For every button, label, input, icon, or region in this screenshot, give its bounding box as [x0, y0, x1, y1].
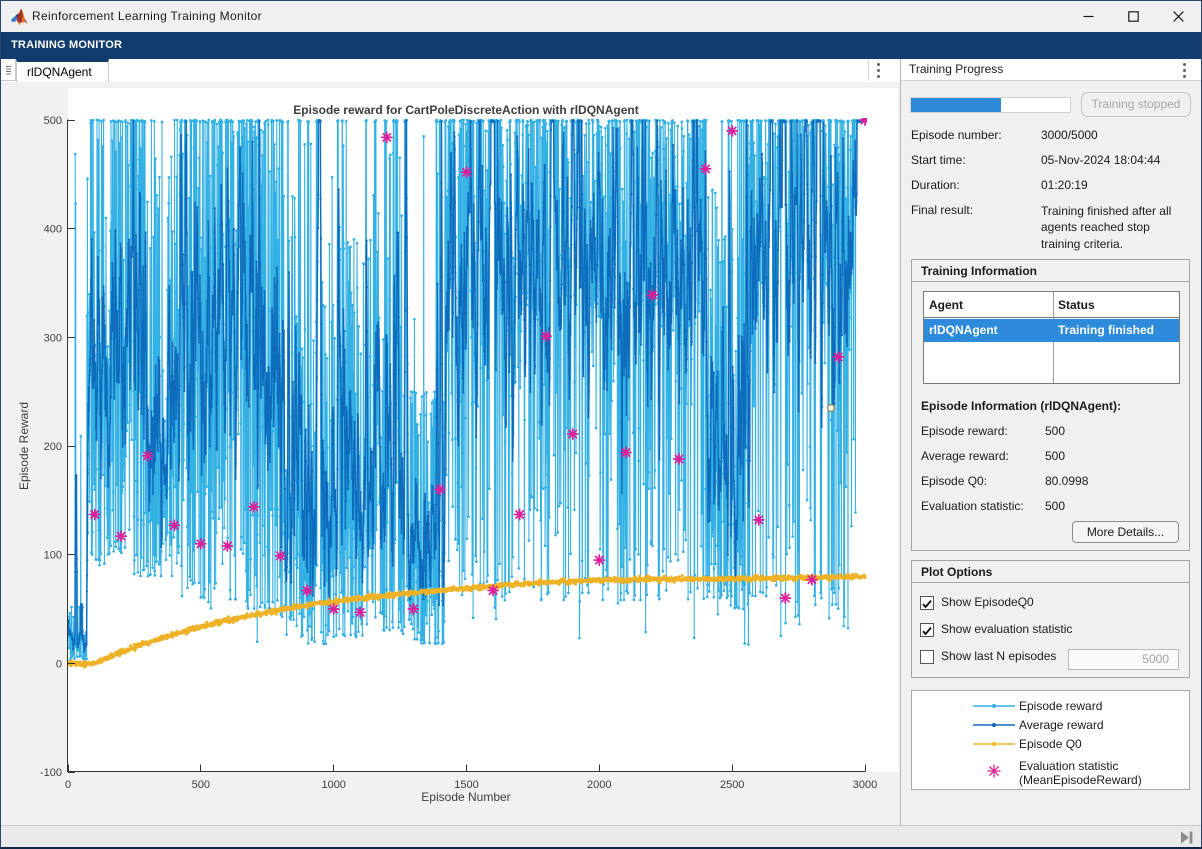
svg-text:500: 500: [44, 115, 62, 127]
svg-text:300: 300: [44, 332, 62, 344]
svg-text:0: 0: [56, 658, 62, 670]
svg-text:Episode Number: Episode Number: [421, 790, 510, 804]
svg-text:1000: 1000: [321, 779, 345, 791]
svg-text:200: 200: [44, 441, 62, 453]
svg-text:2500: 2500: [720, 779, 744, 791]
svg-text:3000: 3000: [853, 779, 877, 791]
svg-text:Episode Reward: Episode Reward: [17, 402, 31, 490]
svg-text:0: 0: [65, 779, 71, 791]
svg-text:500: 500: [192, 779, 210, 791]
svg-text:2000: 2000: [587, 779, 611, 791]
svg-text:-100: -100: [40, 767, 62, 779]
svg-text:100: 100: [44, 550, 62, 562]
svg-text:400: 400: [44, 224, 62, 236]
svg-text:Episode reward for CartPoleDis: Episode reward for CartPoleDiscreteActio…: [293, 103, 638, 117]
